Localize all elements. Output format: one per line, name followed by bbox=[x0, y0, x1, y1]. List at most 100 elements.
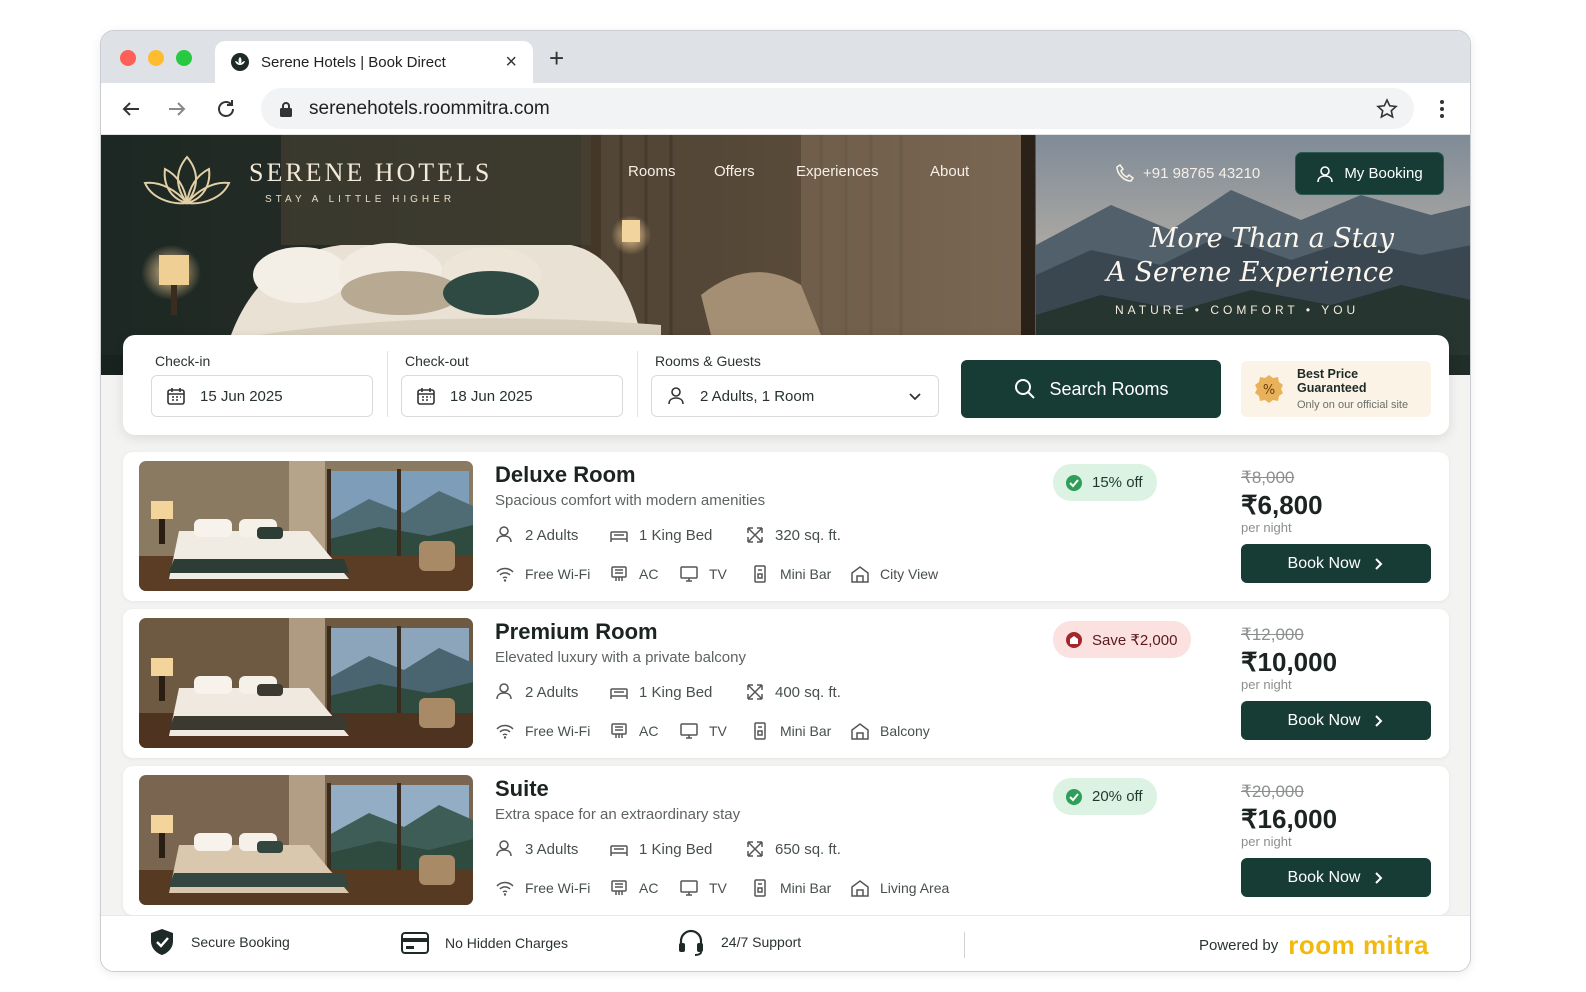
room-name[interactable]: Premium Room bbox=[495, 619, 658, 645]
amenity-ac-label: AC bbox=[639, 723, 659, 739]
maximize-window-button[interactable] bbox=[176, 50, 192, 66]
amenity-tv-label: TV bbox=[709, 880, 727, 896]
browser-toolbar: serenehotels.roommitra.com bbox=[101, 83, 1470, 135]
expand-icon bbox=[747, 684, 763, 700]
browser-menu-icon[interactable] bbox=[1431, 97, 1453, 121]
room-name[interactable]: Suite bbox=[495, 776, 549, 802]
ac-icon bbox=[611, 880, 627, 895]
phone-icon bbox=[1116, 163, 1135, 182]
room-card: Deluxe Room Spacious comfort with modern… bbox=[123, 452, 1449, 601]
credit-card-icon bbox=[401, 932, 429, 954]
tab-title: Serene Hotels | Book Direct bbox=[261, 53, 446, 71]
per-night-label: per night bbox=[1241, 834, 1292, 849]
spec-bed-label: 1 King Bed bbox=[639, 840, 713, 858]
original-price: ₹8,000 bbox=[1241, 468, 1295, 487]
room-amenities: Free Wi-Fi AC TV Mini Bar City View bbox=[495, 564, 938, 584]
room-description: Spacious comfort with modern amenities bbox=[495, 492, 766, 509]
amenity-tv-label: TV bbox=[709, 566, 727, 582]
calendar-icon bbox=[417, 388, 435, 405]
book-now-label: Book Now bbox=[1287, 711, 1361, 729]
search-rooms-button[interactable]: Search Rooms bbox=[961, 360, 1221, 418]
amenity-ac-label: AC bbox=[639, 566, 659, 582]
amenity-extra: City View bbox=[850, 564, 938, 584]
room-name[interactable]: Deluxe Room bbox=[495, 462, 636, 488]
checkout-label: Check-out bbox=[405, 353, 469, 369]
check-circle-icon bbox=[1066, 474, 1082, 491]
chevron-down-icon bbox=[909, 393, 921, 401]
nav-about[interactable]: About bbox=[930, 163, 969, 180]
spec-size: 400 sq. ft. bbox=[745, 682, 841, 702]
chevron-right-icon bbox=[1375, 871, 1383, 884]
book-now-button[interactable]: Book Now bbox=[1241, 701, 1431, 740]
room-image[interactable] bbox=[139, 775, 473, 905]
minimize-window-button[interactable] bbox=[148, 50, 164, 66]
reload-icon[interactable] bbox=[212, 95, 240, 123]
room-photo bbox=[139, 775, 473, 905]
powered-by[interactable]: Powered by room mitra bbox=[1199, 930, 1429, 961]
spec-bed: 1 King Bed bbox=[609, 839, 745, 859]
svg-text:%: % bbox=[1263, 383, 1275, 398]
support: 24/7 Support bbox=[677, 928, 801, 956]
spec-size-label: 320 sq. ft. bbox=[775, 526, 841, 544]
nav-rooms[interactable]: Rooms bbox=[628, 163, 676, 180]
room-amenities: Free Wi-Fi AC TV Mini Bar Living Area bbox=[495, 878, 949, 898]
user-icon bbox=[496, 840, 512, 857]
my-booking-label: My Booking bbox=[1344, 165, 1423, 182]
spec-size: 320 sq. ft. bbox=[745, 525, 841, 545]
browser-tab[interactable]: Serene Hotels | Book Direct × bbox=[215, 41, 533, 83]
current-price: ₹6,800 bbox=[1241, 490, 1323, 520]
url-text: serenehotels.roommitra.com bbox=[309, 97, 550, 119]
address-bar[interactable]: serenehotels.roommitra.com bbox=[261, 88, 1414, 129]
lock-icon bbox=[280, 101, 292, 117]
chevron-right-icon bbox=[1375, 557, 1383, 570]
no-hidden-charges-label: No Hidden Charges bbox=[445, 935, 568, 951]
user-icon bbox=[1317, 165, 1334, 182]
amenity-wifi-label: Free Wi-Fi bbox=[525, 723, 591, 739]
amenity-minibar: Mini Bar bbox=[750, 721, 850, 741]
discount-badge: 20% off bbox=[1053, 778, 1157, 815]
room-photo bbox=[139, 461, 473, 591]
original-price: ₹20,000 bbox=[1241, 782, 1304, 801]
my-booking-button[interactable]: My Booking bbox=[1295, 152, 1444, 195]
no-hidden-charges: No Hidden Charges bbox=[401, 932, 568, 954]
home-icon bbox=[851, 880, 869, 897]
phone-contact[interactable]: +91 98765 43210 bbox=[1115, 163, 1260, 183]
discount-seal-icon: % bbox=[1254, 375, 1283, 403]
amenity-minibar-label: Mini Bar bbox=[780, 723, 832, 739]
wifi-icon bbox=[496, 881, 514, 896]
bed-icon bbox=[610, 688, 628, 699]
original-price: ₹12,000 bbox=[1241, 625, 1304, 644]
back-arrow-icon[interactable] bbox=[117, 95, 145, 123]
lotus-logo-icon bbox=[143, 155, 231, 205]
book-now-button[interactable]: Book Now bbox=[1241, 858, 1431, 897]
nav-offers[interactable]: Offers bbox=[714, 163, 755, 180]
current-price: ₹10,000 bbox=[1241, 647, 1338, 677]
calendar-icon bbox=[167, 388, 185, 405]
new-tab-icon[interactable]: + bbox=[549, 45, 564, 71]
book-now-label: Book Now bbox=[1287, 868, 1361, 886]
brand-logo[interactable]: SERENE HOTELS STAY A LITTLE HIGHER bbox=[141, 153, 492, 209]
nav-experiences[interactable]: Experiences bbox=[796, 163, 879, 180]
forward-arrow-icon[interactable] bbox=[163, 95, 191, 123]
amenity-tv: TV bbox=[679, 564, 750, 584]
guests-select[interactable]: 2 Adults, 1 Room bbox=[651, 375, 939, 417]
book-now-button[interactable]: Book Now bbox=[1241, 544, 1431, 583]
best-price-badge: % Best Price Guaranteed Only on our offi… bbox=[1241, 361, 1431, 417]
bookmark-star-icon[interactable] bbox=[1376, 97, 1398, 120]
amenity-minibar: Mini Bar bbox=[750, 878, 850, 898]
spec-bed: 1 King Bed bbox=[609, 682, 745, 702]
per-night-label: per night bbox=[1241, 520, 1292, 535]
tab-strip: Serene Hotels | Book Direct × + bbox=[101, 31, 1470, 83]
bed-icon bbox=[610, 845, 628, 856]
close-window-button[interactable] bbox=[120, 50, 136, 66]
checkout-input[interactable]: 18 Jun 2025 bbox=[401, 375, 623, 417]
book-now-label: Book Now bbox=[1287, 554, 1361, 572]
close-tab-icon[interactable]: × bbox=[505, 51, 517, 74]
checkin-field: Check-in 15 Jun 2025 bbox=[151, 353, 373, 417]
shield-check-icon bbox=[151, 929, 173, 955]
room-image[interactable] bbox=[139, 461, 473, 591]
room-image[interactable] bbox=[139, 618, 473, 748]
checkin-input[interactable]: 15 Jun 2025 bbox=[151, 375, 373, 417]
minibar-icon bbox=[754, 722, 766, 740]
expand-icon bbox=[747, 841, 763, 857]
